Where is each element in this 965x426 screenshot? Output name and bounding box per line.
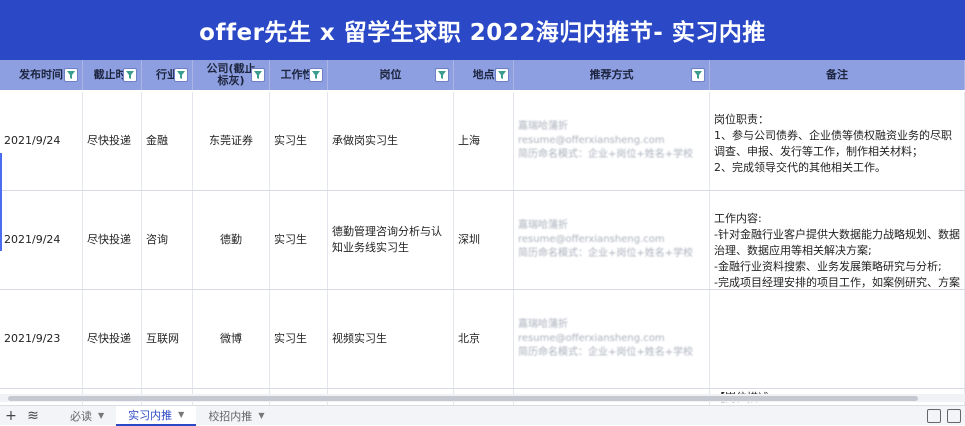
column-header[interactable]: 公司(截止标灰): [193, 60, 270, 90]
chevron-down-icon[interactable]: ▼: [98, 411, 104, 420]
column-header[interactable]: 推荐方式: [514, 60, 710, 90]
cell-deadline[interactable]: 尽快投递: [83, 290, 142, 388]
filter-icon[interactable]: [123, 68, 137, 82]
table-row[interactable]: 2021/9/24 尽快投递 咨询 德勤 实习生 德勤管理咨询分析与认知业务线实习生 深圳嘉…: [0, 191, 965, 290]
cell-date[interactable]: 2021/9/24: [0, 92, 83, 190]
filter-icon[interactable]: [691, 68, 705, 82]
cell-recommend[interactable]: 嘉瑞哈蒲折 resume@offerxiansheng.com 简历命名模式：企业+…: [514, 92, 710, 190]
chevron-down-icon[interactable]: ▼: [258, 411, 264, 420]
cell-date[interactable]: 2021/9/24: [0, 191, 83, 289]
notes-line: 1、参与公司债券、企业债等债权融资业务的尽职调查、申报、发行等工作，制作相关材料…: [714, 129, 952, 158]
sheet-view-icon[interactable]: [927, 409, 941, 423]
column-header[interactable]: 岗位: [328, 60, 454, 90]
cell-recommend[interactable]: 嘉瑞哈蒲折 resume@offerxiansheng.com 简历命名模式：企业+…: [514, 191, 710, 289]
notes-line: -完成项目经理安排的项目工作，如案例研究、方案编写等;: [714, 276, 960, 289]
row-selection-indicator: [0, 153, 2, 251]
notes-line: -金融行业资料搜索、业务发展策略研究与分析;: [714, 260, 942, 273]
cell-deadline[interactable]: 尽快投递: [83, 191, 142, 289]
spreadsheet-grid[interactable]: 发布时间 截止时间行业公司(截止标灰)工作性质 岗位 地点 推荐方式 备注 2021/9/…: [0, 60, 965, 405]
table-row[interactable]: 2021/9/24 尽快投递 金融 东莞证券 实习生 承做岗实习生 上海 嘉瑞哈蒲折 resum…: [0, 92, 965, 191]
cell-deadline[interactable]: 尽快投递: [83, 92, 142, 190]
table-row[interactable]: 2021/9/23 尽快投递 互联网 微博 实习生 视频实习生 北京 嘉瑞哈蒲折 resume@…: [0, 290, 965, 389]
notes-line: 岗位职责：: [714, 113, 769, 126]
cell-notes[interactable]: [710, 290, 965, 388]
cell-location[interactable]: 上海: [454, 92, 514, 190]
column-header-label: 推荐方式: [589, 69, 634, 81]
filter-icon[interactable]: [435, 68, 449, 82]
column-header[interactable]: 发布时间: [0, 60, 83, 90]
page-title: offer先生 x 留学生求职 2022海归内推节- 实习内推: [199, 20, 766, 46]
cell-position[interactable]: 德勤管理咨询分析与认知业务线实习生: [328, 191, 454, 289]
recommend-line: resume@offerxiansheng.com: [518, 234, 665, 245]
column-header-label: 备注: [826, 69, 848, 81]
column-header-label: 岗位: [379, 69, 402, 81]
fullscreen-icon[interactable]: [947, 409, 961, 423]
notes-line: 2、完成领导交代的其他相关工作。: [714, 161, 886, 174]
title-banner: offer先生 x 留学生求职 2022海归内推节- 实习内推: [0, 0, 965, 60]
sheet-tab[interactable]: 必读 ▼: [58, 406, 116, 426]
cell-industry[interactable]: 金融: [142, 92, 193, 190]
cell-location[interactable]: 深圳: [454, 191, 514, 289]
cell-type[interactable]: 实习生: [270, 191, 328, 289]
recommend-line: 嘉瑞哈蒲折: [518, 220, 568, 231]
cell-date[interactable]: 2021/9/23: [0, 290, 83, 388]
chevron-down-icon[interactable]: ▼: [178, 410, 184, 419]
column-header-label: 发布时间: [19, 69, 63, 81]
column-header[interactable]: 地点: [454, 60, 514, 90]
cell-notes[interactable]: 工作内容: -针对金融行业客户提供大数据能力战略规划、数据治理、数据应用等相关解决…: [710, 191, 965, 289]
filter-icon[interactable]: [251, 68, 265, 82]
header-row: 发布时间 截止时间行业公司(截止标灰)工作性质 岗位 地点 推荐方式 备注: [0, 60, 965, 90]
add-sheet-icon[interactable]: +: [0, 406, 22, 426]
filter-icon[interactable]: [309, 68, 323, 82]
cell-company[interactable]: 微博: [193, 290, 270, 388]
cell-position[interactable]: 视频实习生: [328, 290, 454, 388]
cell-industry[interactable]: 互联网: [142, 290, 193, 388]
column-header[interactable]: 工作性质: [270, 60, 328, 90]
filter-icon[interactable]: [495, 68, 509, 82]
sheet-tab[interactable]: 校招内推 ▼: [196, 406, 276, 426]
sheet-tab-label: 必读: [70, 409, 92, 423]
scrollbar-thumb[interactable]: [8, 396, 918, 401]
recommend-line: 简历命名模式：企业+岗位+姓名+学校: [518, 149, 694, 160]
filter-icon[interactable]: [174, 68, 188, 82]
cell-position[interactable]: 承做岗实习生: [328, 92, 454, 190]
cell-location[interactable]: 北京: [454, 290, 514, 388]
layers-icon[interactable]: ≋: [22, 406, 44, 426]
sheet-tab-label: 实习内推: [128, 408, 173, 422]
cell-industry[interactable]: 咨询: [142, 191, 193, 289]
sheet-tab[interactable]: 实习内推 ▼: [116, 405, 197, 426]
cell-type[interactable]: 实习生: [270, 92, 328, 190]
recommend-line: 简历命名模式：企业+岗位+姓名+学校: [518, 347, 694, 358]
filter-icon[interactable]: [64, 68, 78, 82]
sheet-tab-bar: + ≋ 必读 ▼ 实习内推 ▼ 校招内推 ▼: [0, 405, 965, 426]
cell-type[interactable]: 实习生: [270, 290, 328, 388]
horizontal-scrollbar[interactable]: [0, 394, 965, 402]
recommend-line: 简历命名模式：企业+岗位+姓名+学校: [518, 248, 694, 259]
column-header[interactable]: 行业: [142, 60, 193, 90]
recommend-line: resume@offerxiansheng.com: [518, 333, 665, 344]
column-header-label: 地点: [472, 69, 495, 81]
cell-company[interactable]: 东莞证券: [193, 92, 270, 190]
cell-recommend[interactable]: 嘉瑞哈蒲折 resume@offerxiansheng.com 简历命名模式：企业+…: [514, 290, 710, 388]
cell-notes[interactable]: 岗位职责： 1、参与公司债券、企业债等债权融资业务的尽职调查、申报、发行等工作，制…: [710, 92, 965, 190]
column-header[interactable]: 备注: [710, 60, 965, 90]
recommend-line: 嘉瑞哈蒲折: [518, 319, 568, 330]
cell-company[interactable]: 德勤: [193, 191, 270, 289]
recommend-line: 嘉瑞哈蒲折: [518, 121, 568, 132]
column-header[interactable]: 截止时间: [83, 60, 142, 90]
notes-line: 工作内容:: [714, 212, 762, 225]
recommend-line: resume@offerxiansheng.com: [518, 135, 665, 146]
notes-line: -针对金融行业客户提供大数据能力战略规划、数据治理、数据应用等相关解决方案;: [714, 228, 960, 257]
sheet-tab-label: 校招内推: [208, 409, 253, 423]
